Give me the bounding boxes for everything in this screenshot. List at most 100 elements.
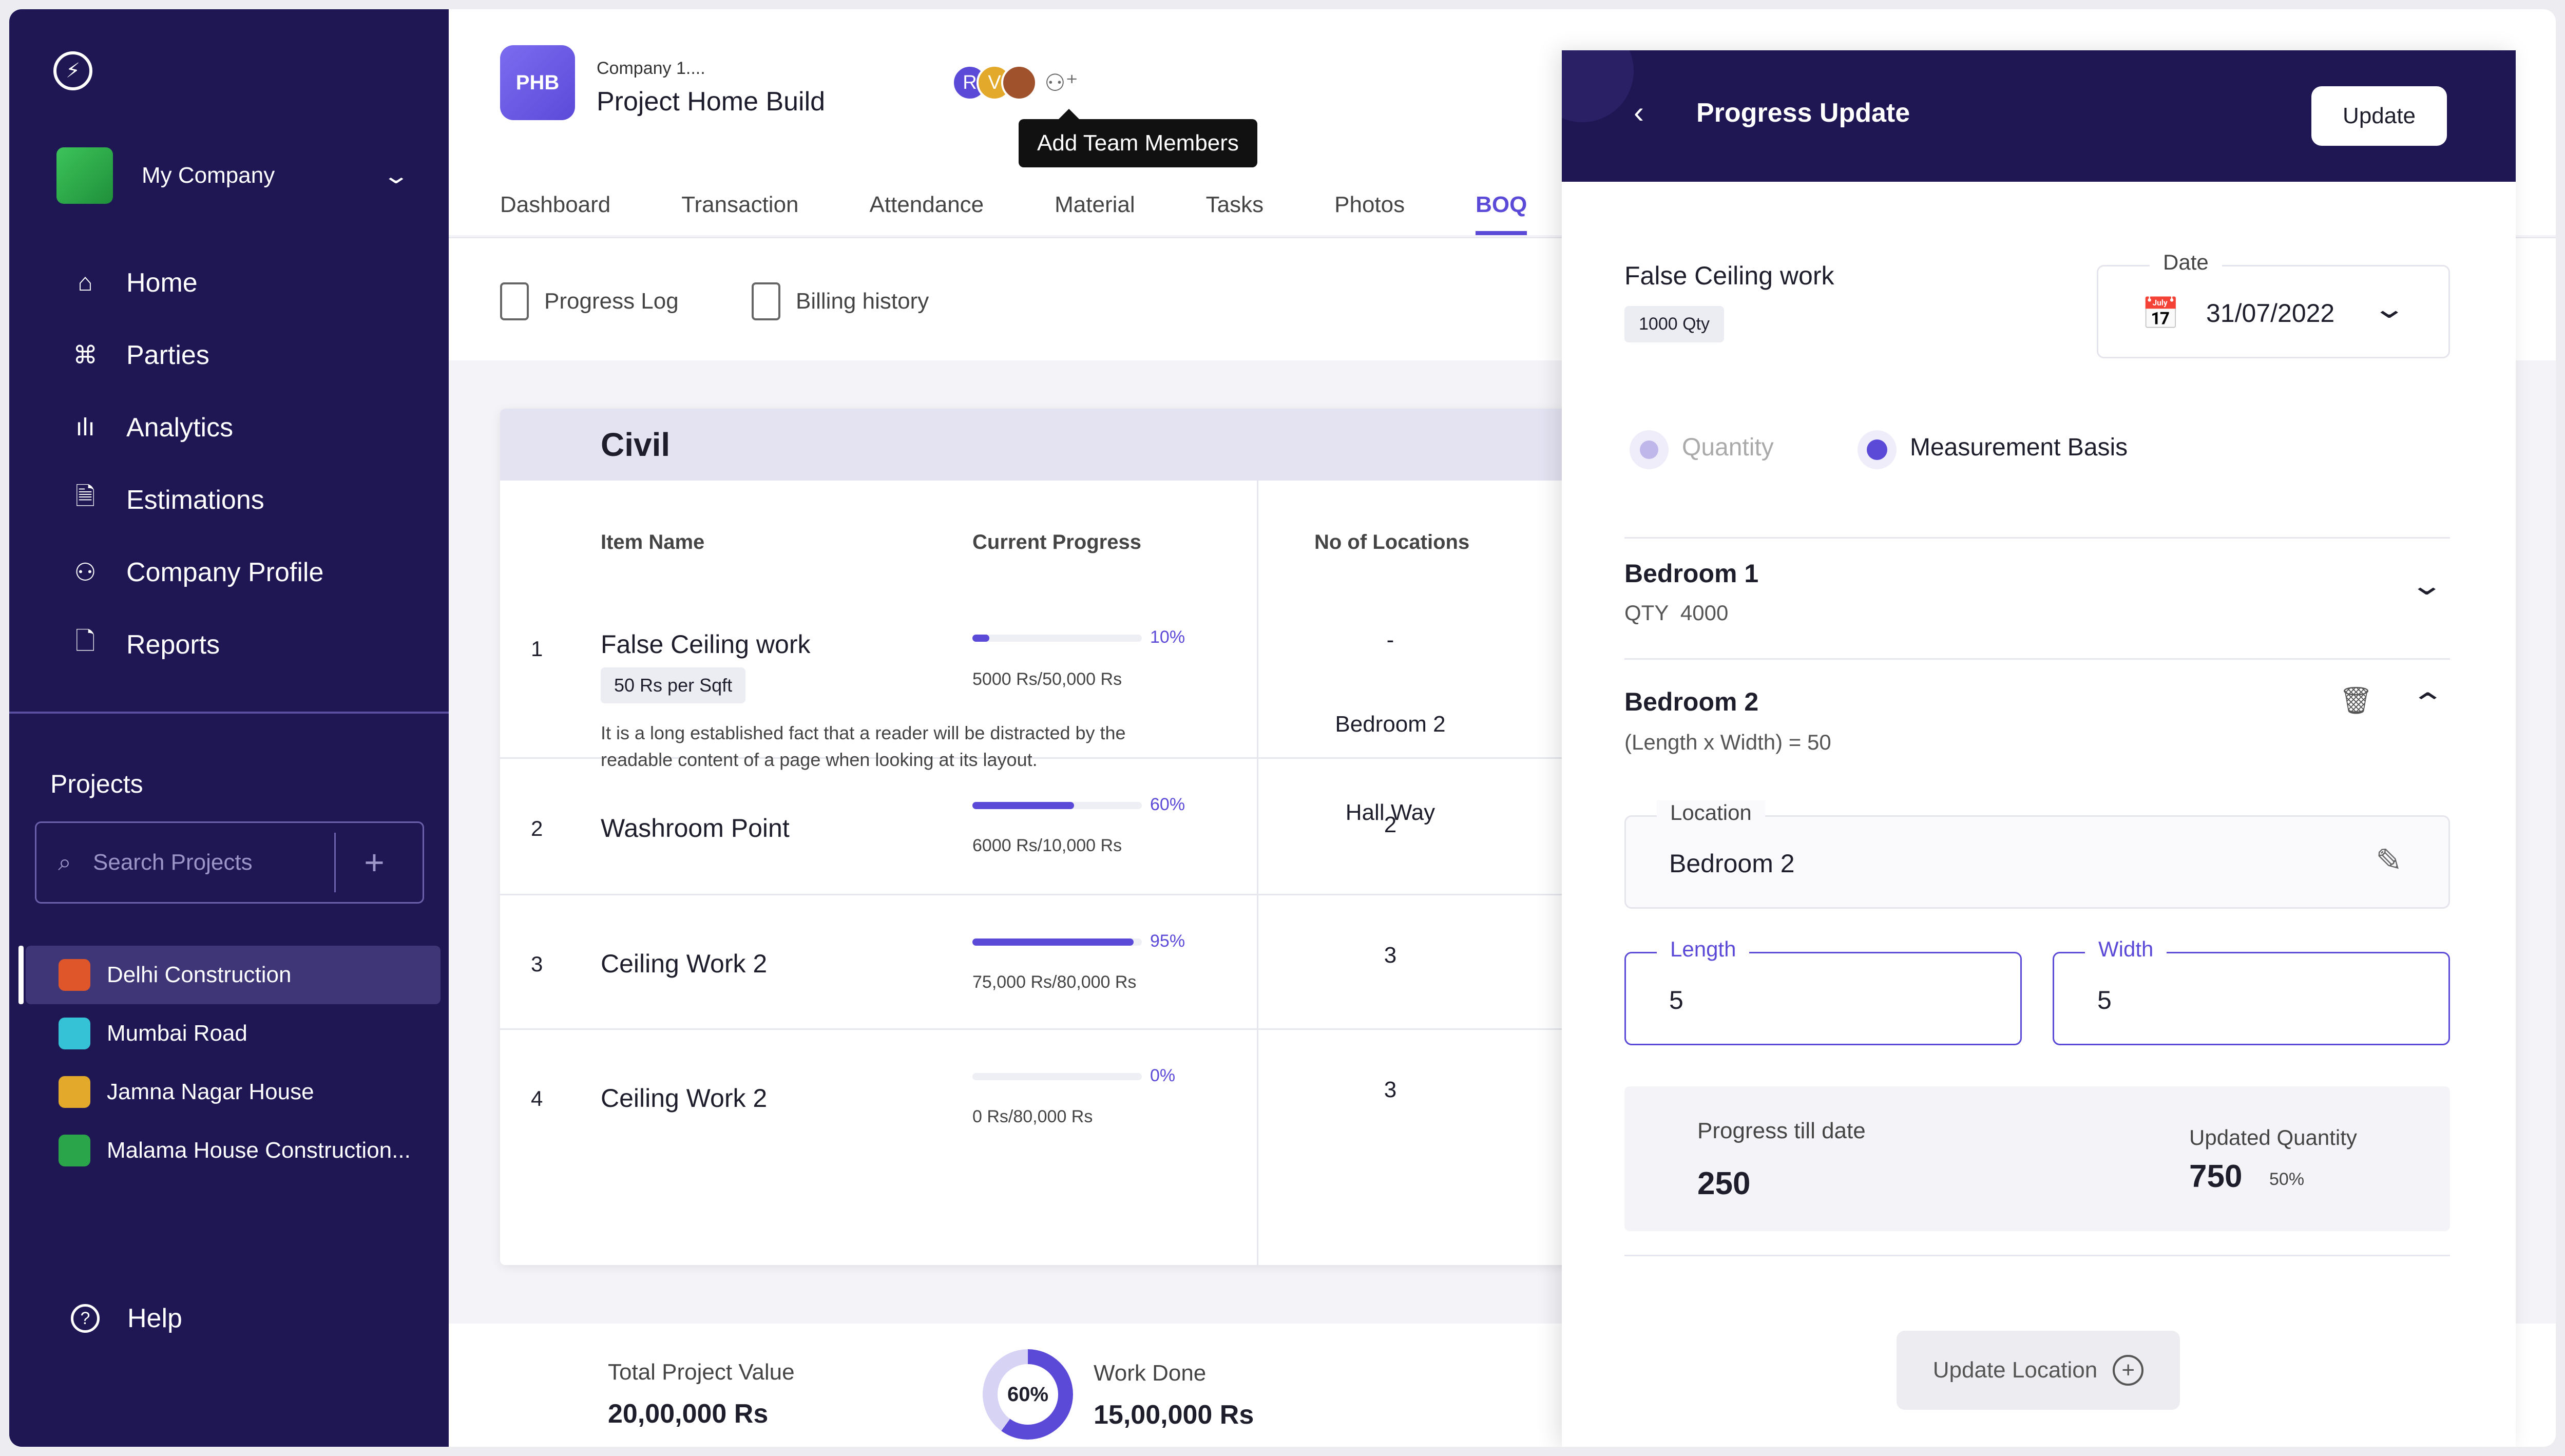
nav-item-reports[interactable]: 🗋 Reports (65, 608, 424, 681)
project-thumbnail (59, 959, 90, 991)
company-selector[interactable]: My Company ⌄ (56, 147, 410, 204)
location-value: Bedroom 2 (1669, 849, 1795, 878)
bolt-logo-icon[interactable]: ⚡ (53, 51, 92, 90)
search-projects-input[interactable] (93, 850, 334, 875)
project-tabs: Dashboard Transaction Attendance Materia… (500, 192, 1598, 235)
app-window: ⚡ My Company ⌄ ⌂ Home ⌘ Parties ılı Anal… (9, 9, 2556, 1447)
search-icon: ⌕ (58, 849, 71, 875)
tab-attendance[interactable]: Attendance (870, 192, 984, 235)
nav-item-label: Estimations (126, 485, 264, 515)
document-icon (752, 282, 780, 320)
project-item-jamna-nagar-house[interactable]: Jamna Nagar House (26, 1063, 441, 1121)
tab-transaction[interactable]: Transaction (681, 192, 798, 235)
column-header-item: Item Name (601, 531, 705, 553)
projects-heading: Projects (50, 770, 143, 798)
divider (1624, 537, 2450, 539)
progress-fill (972, 802, 1074, 809)
nav-item-analytics[interactable]: ılı Analytics (65, 391, 424, 464)
progress-till-date-label: Progress till date (1697, 1118, 1866, 1143)
date-value: 31/07/2022 (2206, 299, 2335, 328)
chevron-down-icon[interactable]: ⌄ (2409, 569, 2444, 601)
add-project-button[interactable]: + (336, 842, 413, 883)
progress-bar (972, 802, 1142, 809)
item-name: False Ceiling work (601, 630, 811, 659)
back-arrow-icon[interactable]: ‹ (1634, 94, 1644, 130)
project-label: Malama House Construction... (107, 1138, 411, 1163)
width-value: 5 (2097, 986, 2112, 1014)
length-value: 5 (1669, 986, 1683, 1014)
avatar (1001, 65, 1037, 101)
date-label: Date (2150, 250, 2222, 275)
chevron-down-icon: ⌄ (2371, 293, 2407, 324)
help-icon: ? (71, 1304, 100, 1333)
header-decoration (1562, 50, 1634, 122)
bedroom-1-section[interactable]: Bedroom 1 QTY 4000 ⌄ (1624, 559, 2450, 661)
row-number: 2 (531, 816, 543, 840)
progress-amount: 6000 Rs/10,000 Rs (972, 836, 1122, 855)
nav-item-label: Parties (126, 340, 209, 370)
nav-item-label: Analytics (126, 412, 234, 443)
add-user-icon[interactable]: ⚇⁺ (1043, 65, 1079, 101)
panel-title: Progress Update (1696, 98, 1910, 128)
quantity-radio[interactable] (1630, 430, 1669, 469)
company-logo (56, 147, 113, 204)
project-item-mumbai-road[interactable]: Mumbai Road (26, 1004, 441, 1063)
project-badge: PHB (500, 45, 575, 120)
tab-material[interactable]: Material (1055, 192, 1135, 235)
help-link[interactable]: ? Help (71, 1303, 182, 1334)
document-icon: 🗎 (75, 483, 95, 510)
donut-percent: 60% (998, 1364, 1058, 1425)
location-value: Bedroom 2 (1335, 712, 1446, 737)
subtab-progress-log[interactable]: Progress Log (500, 282, 679, 320)
team-avatars[interactable]: R V ⚇⁺ (952, 65, 1079, 101)
update-location-button[interactable]: Update Location + (1897, 1331, 2180, 1410)
subtab-billing-history[interactable]: Billing history (752, 282, 929, 320)
edit-icon[interactable]: ✎ (2376, 841, 2402, 879)
file-icon: 🗋 (75, 628, 95, 655)
item-name: Ceiling Work 2 (601, 1084, 768, 1113)
subtab-label: Progress Log (544, 289, 679, 314)
progress-summary: Progress till date 250 Updated Quantity … (1624, 1086, 2450, 1231)
date-picker[interactable]: Date 📅 31/07/2022 ⌄ (2097, 250, 2450, 358)
update-button[interactable]: Update (2311, 86, 2447, 146)
user-icon: ⚇ (74, 559, 97, 586)
tab-dashboard[interactable]: Dashboard (500, 192, 610, 235)
nav-item-company-profile[interactable]: ⚇ Company Profile (65, 536, 424, 608)
progress-percent: 60% (1150, 795, 1185, 814)
width-field[interactable]: Width 5 (2053, 937, 2450, 1045)
trash-icon[interactable]: 🗑 (2339, 685, 2373, 716)
length-field[interactable]: Length 5 (1624, 937, 2022, 1045)
nav-item-parties[interactable]: ⌘ Parties (65, 319, 424, 391)
tab-boq[interactable]: BOQ (1476, 192, 1527, 235)
work-done-label: Work Done (1094, 1361, 1207, 1386)
tab-photos[interactable]: Photos (1334, 192, 1405, 235)
row-number: 4 (531, 1086, 543, 1110)
location-count: 3 (1384, 1077, 1397, 1102)
help-label: Help (127, 1304, 182, 1333)
location-count: 2 (1384, 812, 1397, 837)
nav-item-home[interactable]: ⌂ Home (65, 246, 424, 319)
home-icon: ⌂ (78, 269, 93, 296)
location-field[interactable]: Location Bedroom 2 ✎ (1624, 800, 2450, 909)
column-header-locations: No of Locations (1314, 531, 1470, 553)
project-item-malama-house[interactable]: Malama House Construction... (26, 1121, 441, 1180)
nav-item-label: Company Profile (126, 557, 324, 587)
measurement-basis-radio[interactable] (1858, 430, 1897, 469)
radio-dot (1867, 439, 1887, 460)
row-number: 1 (531, 637, 543, 661)
nav-item-estimations[interactable]: 🗎 Estimations (65, 464, 424, 536)
progress-update-panel: ‹ Progress Update Update False Ceiling w… (1562, 50, 2516, 1447)
command-icon: ⌘ (73, 341, 98, 369)
divider (1624, 1255, 2450, 1256)
work-done-value: 15,00,000 Rs (1094, 1400, 1254, 1430)
chevron-up-icon[interactable]: ⌃ (2410, 687, 2445, 719)
project-list: Delhi Construction Mumbai Road Jamna Nag… (18, 946, 441, 1180)
project-item-delhi-construction[interactable]: Delhi Construction (18, 946, 441, 1004)
nav-item-label: Home (126, 267, 198, 298)
company-name: My Company (142, 163, 275, 188)
total-value: 20,00,000 Rs (608, 1399, 769, 1429)
progress-till-date-value: 250 (1697, 1166, 1751, 1201)
main-nav: ⌂ Home ⌘ Parties ılı Analytics 🗎 Estimat… (65, 246, 424, 681)
sidebar-divider (9, 712, 449, 714)
tab-tasks[interactable]: Tasks (1206, 192, 1264, 235)
